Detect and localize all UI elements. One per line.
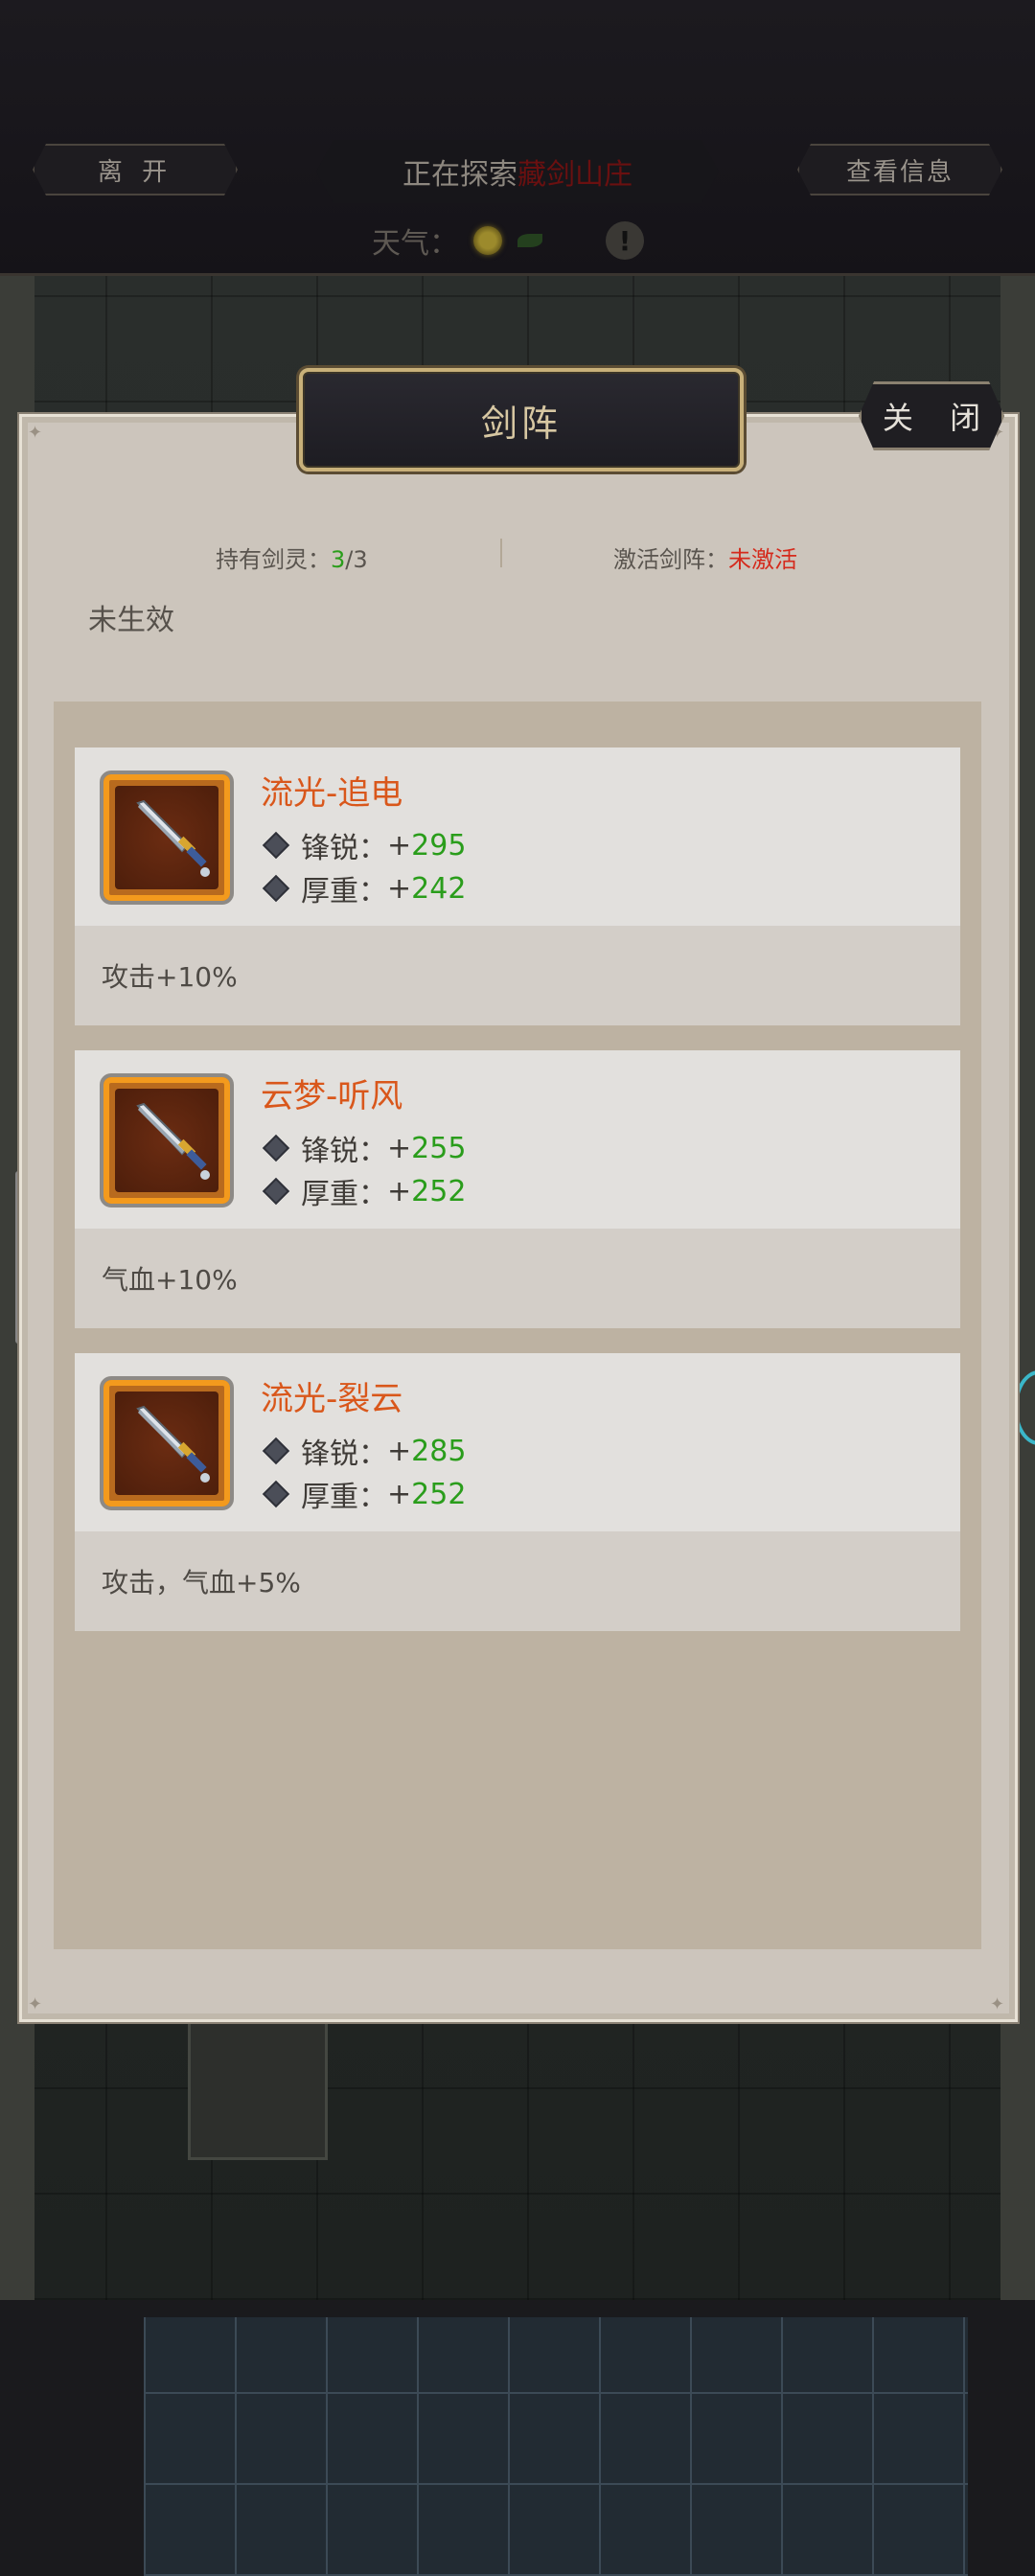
sword-icon [136, 1102, 210, 1180]
stat-label: 锋锐： [301, 1135, 387, 1168]
card-bonus: 攻击+10% [75, 926, 960, 1025]
exploring-banner: 正在探索 藏剑山庄 [316, 140, 719, 203]
exploring-prefix: 正在探索 [402, 158, 518, 192]
sword-spirit-card[interactable]: 流光-追电 锋锐： +295 厚重： +242 攻击+10% [75, 748, 960, 1025]
stat-value: 295 [411, 828, 467, 862]
sword-spirit-card[interactable]: 云梦-听风 锋锐： +255 厚重： +252 气血+10% [75, 1050, 960, 1328]
sword-item-frame[interactable] [100, 770, 234, 905]
sword-icon [136, 799, 210, 877]
status-divider [500, 539, 502, 567]
held-spirits-status: 持有剑灵：3/3 [216, 540, 368, 574]
stat-sign: + [387, 828, 412, 862]
top-bar: 离 开 正在探索 藏剑山庄 查看信息 天气： ! [0, 0, 1035, 276]
sword-name: 流光-追电 [261, 774, 403, 813]
stat-value: 242 [411, 871, 467, 906]
stat-value: 285 [411, 1434, 467, 1468]
diamond-icon [262, 1134, 290, 1162]
card-header: 流光-追电 锋锐： +295 厚重： +242 [75, 748, 960, 926]
held-count: 3 [331, 546, 346, 573]
status-row: 持有剑灵：3/3 激活剑阵：未激活 [58, 533, 978, 575]
sword-name: 流光-裂云 [261, 1380, 403, 1418]
stat-sign: + [387, 871, 412, 906]
leave-button[interactable]: 离 开 [33, 144, 238, 196]
corner-ornament-icon: ✦ [28, 1994, 43, 2014]
sword-item-frame[interactable] [100, 1073, 234, 1208]
stat-label: 厚重： [301, 1481, 387, 1514]
sword-item-frame[interactable] [100, 1376, 234, 1510]
statue-decoration [188, 2020, 328, 2160]
corner-ornament-icon: ✦ [990, 1994, 1005, 2014]
sun-icon [473, 226, 502, 255]
dialog-title: 剑阵 [299, 368, 744, 472]
heaviness-stat: 厚重： +252 [261, 1473, 466, 1515]
sword-icon [136, 1405, 210, 1483]
stat-sign: + [387, 1174, 412, 1208]
card-header: 云梦-听风 锋锐： +255 厚重： +252 [75, 1050, 960, 1229]
weather-label: 天气： [372, 227, 458, 261]
card-bonus: 攻击，气血+5% [75, 1531, 960, 1631]
stat-label: 锋锐： [301, 1438, 387, 1471]
card-bonus: 气血+10% [75, 1229, 960, 1328]
diamond-icon [262, 1480, 290, 1508]
view-info-button[interactable]: 查看信息 [797, 144, 1002, 196]
heaviness-stat: 厚重： +242 [261, 867, 466, 909]
stat-value: 252 [411, 1477, 467, 1511]
stat-label: 厚重： [301, 875, 387, 908]
close-button[interactable]: 关 闭 [859, 381, 1004, 450]
diamond-icon [262, 1437, 290, 1465]
stat-sign: + [387, 1131, 412, 1165]
heaviness-stat: 厚重： +252 [261, 1170, 466, 1212]
held-label: 持有剑灵： [216, 546, 331, 573]
exploring-place: 藏剑山庄 [518, 158, 632, 192]
active-value: 未激活 [728, 546, 797, 573]
stat-label: 厚重： [301, 1178, 387, 1211]
corner-ornament-icon: ✦ [28, 423, 43, 443]
stat-sign: + [387, 1434, 412, 1468]
sword-name: 云梦-听风 [261, 1077, 403, 1116]
held-total: /3 [345, 546, 368, 573]
sharpness-stat: 锋锐： +255 [261, 1127, 466, 1169]
floor-tiles [144, 2317, 968, 2576]
stat-value: 252 [411, 1174, 467, 1208]
sharpness-stat: 锋锐： +285 [261, 1430, 466, 1472]
weather-row: 天气： ! [372, 218, 644, 263]
diamond-icon [262, 1177, 290, 1206]
stat-label: 锋锐： [301, 832, 387, 865]
active-label: 激活剑阵： [613, 546, 728, 573]
exclamation-icon[interactable]: ! [606, 221, 644, 260]
diamond-icon [262, 831, 290, 860]
diamond-icon [262, 874, 290, 903]
effect-status-text: 未生效 [88, 604, 174, 637]
stat-value: 255 [411, 1131, 467, 1165]
sharpness-stat: 锋锐： +295 [261, 824, 466, 866]
active-array-status: 激活剑阵：未激活 [613, 540, 797, 574]
sword-spirit-card[interactable]: 流光-裂云 锋锐： +285 厚重： +252 攻击，气血+5% [75, 1353, 960, 1631]
leaf-icon [518, 234, 542, 247]
stat-sign: + [387, 1477, 412, 1511]
card-header: 流光-裂云 锋锐： +285 厚重： +252 [75, 1353, 960, 1531]
